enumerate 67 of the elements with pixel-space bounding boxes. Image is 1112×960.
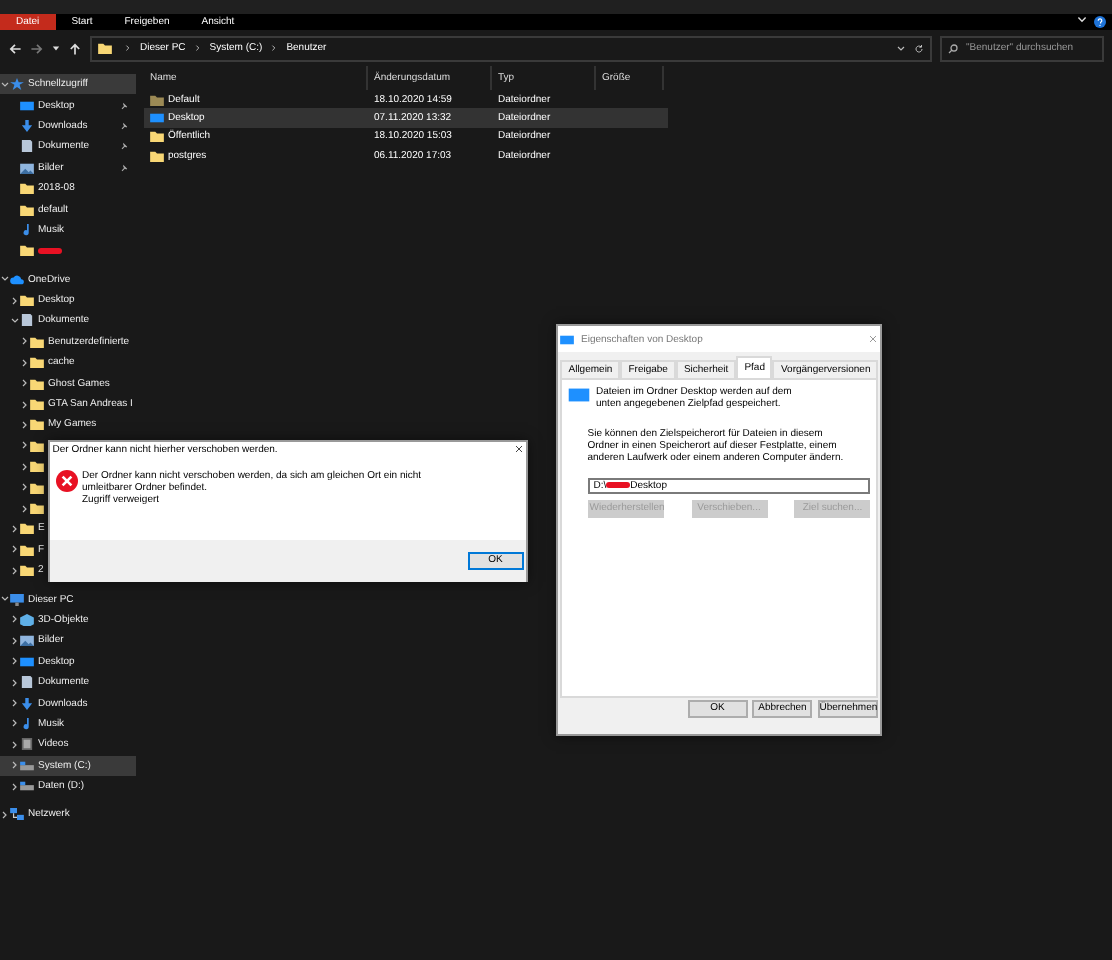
monitor-icon [20, 99, 34, 112]
chevron-icon[interactable] [20, 461, 30, 472]
drive-icon [20, 759, 34, 772]
music-note-icon [20, 717, 34, 730]
chevron-icon[interactable] [20, 440, 30, 451]
help-icon[interactable] [1094, 16, 1106, 28]
chevron-icon[interactable] [20, 357, 30, 368]
chevron-icon[interactable] [10, 718, 20, 729]
redaction-mark [606, 482, 631, 488]
chevron-icon[interactable] [896, 43, 906, 53]
forward-arrow-icon[interactable] [30, 41, 44, 55]
network-icon [10, 808, 24, 821]
music-note-icon [20, 223, 34, 236]
chevron-icon[interactable] [10, 760, 20, 771]
close-icon[interactable] [513, 444, 524, 455]
chevron-icon[interactable] [0, 274, 10, 285]
pin-icon[interactable] [120, 142, 128, 151]
chevron-icon[interactable] [10, 698, 20, 709]
download-arrow-icon [20, 119, 34, 132]
monitor-icon [560, 333, 575, 345]
chevron-icon[interactable] [10, 614, 20, 625]
monitor-icon [150, 111, 164, 124]
chevron-icon[interactable] [20, 419, 30, 430]
chevron-icon[interactable] [10, 315, 20, 326]
pin-icon[interactable] [120, 121, 128, 130]
document-icon [20, 314, 34, 327]
caret-icon[interactable] [52, 44, 60, 52]
chevron-icon[interactable] [20, 399, 30, 410]
computer-icon [10, 593, 24, 606]
document-icon [20, 676, 34, 689]
error-icon [55, 470, 77, 493]
chevron-icon[interactable] [0, 79, 10, 90]
chevron-icon[interactable] [10, 565, 20, 576]
folder-icon [98, 42, 112, 54]
star-icon [10, 78, 24, 91]
chevron-icon[interactable] [10, 656, 20, 667]
chevron-icon[interactable] [20, 482, 30, 493]
chevron-icon[interactable] [20, 378, 30, 389]
chevron-icon[interactable] [10, 544, 20, 555]
chevron-icon[interactable] [0, 809, 10, 820]
monitor-icon [567, 385, 590, 403]
chevron-icon[interactable] [10, 739, 20, 750]
chevron-icon[interactable] [20, 503, 30, 513]
chevron-icon[interactable] [20, 336, 30, 347]
chevron-icon[interactable] [10, 295, 20, 306]
picture-icon [20, 161, 34, 174]
picture-icon [20, 634, 34, 647]
document-icon [20, 140, 34, 153]
chevron-icon[interactable] [1076, 14, 1088, 26]
chevron-icon[interactable] [10, 781, 20, 792]
folder-icon [20, 294, 34, 307]
up-arrow-icon[interactable] [68, 41, 82, 55]
pin-icon[interactable] [120, 163, 128, 172]
chevron-icon[interactable] [10, 635, 20, 646]
chevron-icon[interactable] [10, 677, 20, 688]
monitor-icon [20, 655, 34, 668]
refresh-icon[interactable] [914, 43, 924, 53]
download-arrow-icon [20, 697, 34, 710]
drive-icon [20, 780, 34, 793]
cube-icon [20, 613, 34, 626]
chevron-icon[interactable] [0, 594, 10, 605]
pin-icon[interactable] [120, 101, 128, 110]
folder-icon [20, 244, 34, 257]
cloud-icon [10, 273, 24, 286]
back-arrow-icon[interactable] [8, 41, 22, 55]
chevron-icon[interactable] [10, 523, 20, 534]
film-icon [20, 738, 34, 751]
